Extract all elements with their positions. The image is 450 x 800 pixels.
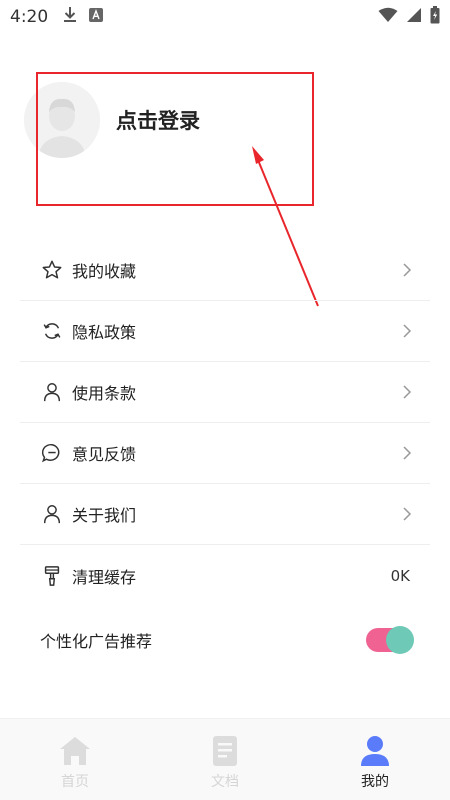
menu-item-label: 意见反馈: [72, 445, 137, 464]
user-icon: [359, 735, 391, 767]
refresh-icon: [40, 319, 64, 343]
menu-item-about-us[interactable]: 关于我们: [20, 484, 430, 545]
menu-item-label: 使用条款: [72, 384, 137, 403]
broom-icon: [40, 564, 64, 588]
chevron-right-icon: [402, 445, 412, 461]
chevron-right-icon: [402, 506, 412, 522]
status-bar: 4:20: [0, 0, 450, 34]
chevron-right-icon: [402, 384, 412, 400]
toggle-knob: [386, 626, 414, 654]
app-notification-icon: [88, 7, 104, 27]
person-icon: [40, 502, 64, 526]
document-icon: [209, 735, 241, 767]
tab-home-label: 首页: [61, 774, 89, 790]
tab-documents[interactable]: 文档: [150, 719, 300, 800]
chevron-right-icon: [402, 262, 412, 278]
menu-item-label: 清理缓存: [72, 567, 137, 587]
profile-login[interactable]: 点击登录: [24, 80, 314, 160]
login-label[interactable]: 点击登录: [116, 105, 200, 135]
menu-item-terms-of-use[interactable]: 使用条款: [20, 362, 430, 423]
download-icon: [62, 6, 78, 28]
battery-icon: [430, 6, 440, 28]
menu-item-privacy-policy[interactable]: 隐私政策: [20, 301, 430, 362]
chat-bubble-icon: [40, 441, 64, 465]
status-time: 4:20: [10, 7, 49, 27]
menu-item-clear-cache[interactable]: 清理缓存 0K: [20, 545, 430, 606]
settings-menu: 我的收藏 隐私政策 使用条款 意见反馈 关于我们 清理缓存 0K: [20, 240, 430, 606]
menu-item-favorites[interactable]: 我的收藏: [20, 240, 430, 301]
screen: 4:20 点击登录 我的收藏 隐私政策 使用条款 意见反馈 关于我们 清理缓存 …: [0, 0, 450, 800]
tab-mine-label: 我的: [361, 774, 389, 790]
avatar[interactable]: [24, 82, 100, 158]
home-icon: [59, 735, 91, 767]
chevron-right-icon: [402, 323, 412, 339]
tab-documents-label: 文档: [211, 774, 239, 790]
tab-mine[interactable]: 我的: [300, 719, 450, 800]
signal-icon: [406, 7, 422, 27]
wifi-icon: [378, 7, 398, 27]
personalized-ads-label: 个性化广告推荐: [40, 632, 153, 651]
personalized-ads-row: 个性化广告推荐: [40, 610, 414, 670]
cache-size-value: 0K: [390, 566, 410, 585]
bottom-tab-bar: 首页 文档 我的: [0, 718, 450, 800]
menu-item-label: 隐私政策: [72, 323, 137, 342]
star-icon: [40, 258, 64, 282]
personalized-ads-toggle[interactable]: [366, 626, 414, 654]
person-icon: [40, 380, 64, 404]
menu-item-label: 我的收藏: [72, 262, 137, 281]
menu-item-feedback[interactable]: 意见反馈: [20, 423, 430, 484]
tab-home[interactable]: 首页: [0, 719, 150, 800]
menu-item-label: 关于我们: [72, 506, 137, 525]
